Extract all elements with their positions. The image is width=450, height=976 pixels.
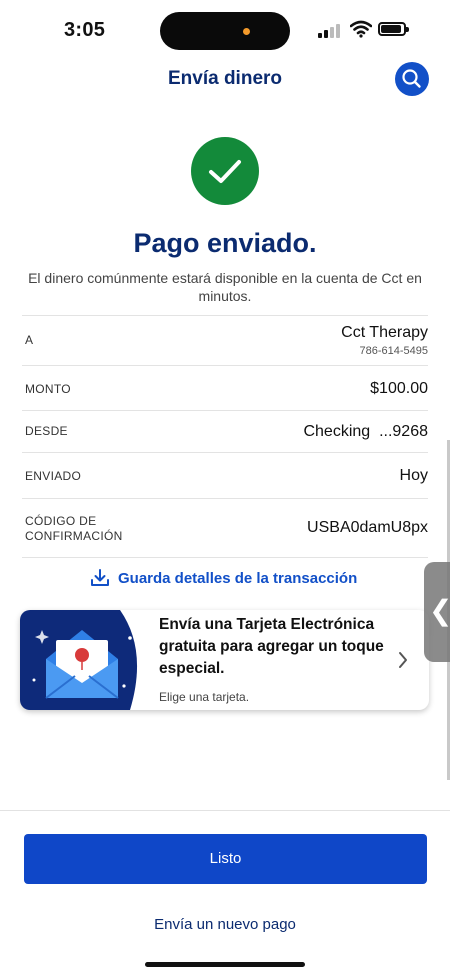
bottom-divider bbox=[0, 810, 450, 811]
from-label: DESDE bbox=[25, 424, 68, 438]
search-button[interactable] bbox=[395, 62, 429, 96]
recording-indicator-dot bbox=[243, 28, 250, 35]
download-icon bbox=[91, 569, 109, 586]
side-drawer-handle[interactable]: ❮ bbox=[424, 562, 450, 662]
page-title: Envía dinero bbox=[167, 68, 283, 89]
ecard-promo-title: Envía una Tarjeta Electrónica gratuita p… bbox=[159, 616, 384, 677]
done-button[interactable]: Listo bbox=[24, 834, 427, 884]
confirmation-message: El dinero comúnmente estará disponible e… bbox=[28, 270, 422, 304]
checkmark-icon bbox=[209, 160, 241, 183]
sent-value: Hoy bbox=[399, 467, 428, 484]
detail-row-from: DESDE Checking ...9268 bbox=[22, 410, 428, 452]
ecard-promo-subtitle: Elige una tarjeta. bbox=[159, 690, 250, 704]
envelope-card-icon bbox=[20, 610, 138, 710]
recipient-name: Cct Therapy bbox=[341, 324, 428, 341]
detail-row-sent: ENVIADO Hoy bbox=[22, 452, 428, 498]
wifi-icon bbox=[350, 20, 372, 38]
detail-row-recipient: A Cct Therapy 786-614-5495 bbox=[22, 315, 428, 365]
confirmation-code-label: CÓDIGO DE CONFIRMACIÓN bbox=[25, 514, 123, 544]
recipient-label: A bbox=[25, 333, 34, 347]
cellular-signal-icon bbox=[318, 22, 344, 38]
home-indicator bbox=[145, 962, 305, 967]
status-time: 3:05 bbox=[64, 19, 106, 41]
sent-label: ENVIADO bbox=[25, 469, 82, 483]
confirmation-code-label-line2: CONFIRMACIÓN bbox=[25, 529, 123, 543]
status-bar: 3:05 bbox=[0, 0, 450, 60]
amount-label: MONTO bbox=[25, 382, 71, 396]
chevron-left-icon: ❮ bbox=[429, 594, 450, 627]
from-account: Checking ...9268 bbox=[303, 423, 428, 440]
confirmation-code-label-line1: CÓDIGO DE bbox=[25, 514, 97, 528]
save-transaction-details-link[interactable]: Guarda detalles de la transacción bbox=[90, 566, 357, 590]
chevron-right-icon bbox=[399, 652, 407, 668]
transaction-details: A Cct Therapy 786-614-5495 MONTO $100.00… bbox=[22, 315, 428, 558]
amount-value: $100.00 bbox=[370, 380, 428, 397]
detail-row-confirmation: CÓDIGO DE CONFIRMACIÓN USBA0damU8px bbox=[22, 498, 428, 558]
ecard-promo-card[interactable]: Envía una Tarjeta Electrónica gratuita p… bbox=[20, 610, 429, 710]
dynamic-island bbox=[160, 12, 290, 50]
detail-row-amount: MONTO $100.00 bbox=[22, 365, 428, 410]
recipient-phone: 786-614-5495 bbox=[359, 345, 428, 357]
save-transaction-details-label: Guarda detalles de la transacción bbox=[118, 569, 358, 587]
new-payment-link[interactable]: Envía un nuevo pago bbox=[0, 916, 450, 933]
confirmation-title: Pago enviado. bbox=[133, 228, 317, 258]
confirmation-code-value: USBA0damU8px bbox=[307, 519, 428, 536]
search-icon bbox=[402, 69, 421, 88]
battery-icon bbox=[378, 22, 409, 36]
success-check-badge bbox=[191, 137, 259, 205]
